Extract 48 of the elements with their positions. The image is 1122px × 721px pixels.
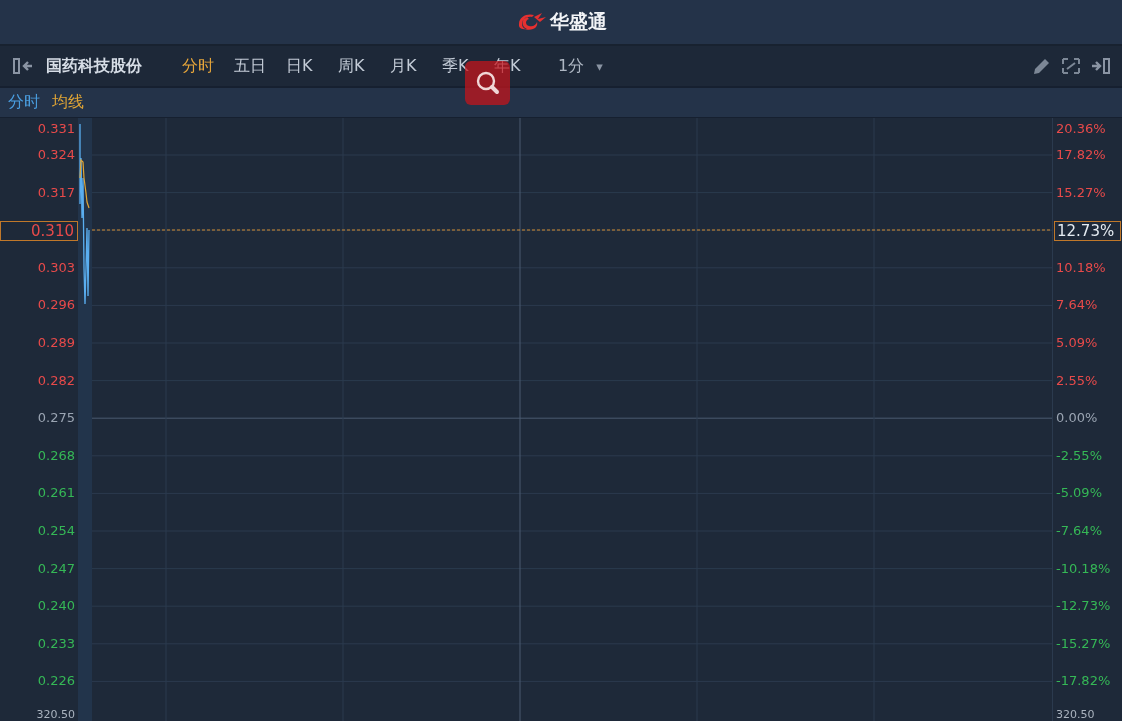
price-tick-label: 0.310 [0, 221, 78, 242]
logo-text: 华盛通 [549, 9, 607, 34]
change-tick-label: 15.27% [1056, 183, 1106, 202]
collapse-right-icon[interactable] [1090, 56, 1112, 76]
change-tick-label: -5.09% [1056, 484, 1102, 503]
price-tick-label: 0.282 [37, 371, 75, 390]
change-tick-label: -10.18% [1056, 559, 1111, 578]
price-tick-label: 0.240 [37, 597, 75, 616]
period-tab[interactable]: 五日 [234, 54, 266, 78]
price-tick-label: 0.324 [37, 146, 75, 164]
price-tick-label: 0.261 [37, 484, 75, 503]
price-tick-label: 0.289 [37, 334, 75, 352]
period-tab[interactable]: 分时 [182, 54, 214, 78]
price-tick-label: 0.317 [37, 183, 75, 202]
period-tab[interactable]: 季K [442, 54, 469, 78]
price-tick-label: 0.247 [37, 559, 75, 578]
volume-tick-label: 320.50 [1056, 709, 1095, 721]
price-tick-label: 0.226 [37, 672, 75, 691]
change-tick-label: 2.55% [1056, 371, 1098, 390]
period-tab[interactable]: 周K [338, 54, 365, 78]
legend-label: 分时 [8, 92, 40, 113]
change-tick-label: 17.82% [1056, 146, 1106, 164]
price-tick-label: 0.331 [37, 120, 75, 138]
change-tick-label: 7.64% [1056, 296, 1098, 315]
price-tick-label: 0.254 [37, 522, 75, 540]
period-tab[interactable]: 日K [286, 54, 313, 78]
price-tick-label: 0.296 [37, 296, 75, 315]
price-tick-label: 0.303 [37, 258, 75, 277]
change-tick-label: -12.73% [1056, 597, 1111, 616]
change-tick-label: -17.82% [1056, 672, 1111, 691]
volume-tick-label: 320.50 [36, 709, 75, 721]
change-tick-label: 20.36% [1056, 120, 1106, 138]
price-tick-label: 0.233 [37, 634, 75, 653]
period-tab[interactable]: 月K [390, 54, 417, 78]
change-tick-label: -2.55% [1056, 446, 1102, 465]
change-tick-label: -7.64% [1056, 522, 1102, 540]
price-tick-label: 0.268 [37, 446, 75, 465]
price-tick-label: 0.275 [37, 409, 75, 428]
change-tick-label: 10.18% [1056, 258, 1106, 277]
change-tick-label: 5.09% [1056, 334, 1098, 352]
change-tick-label: -15.27% [1056, 634, 1111, 653]
change-tick-label: 0.00% [1056, 409, 1098, 428]
interval-dropdown[interactable]: 1分 ▾ [554, 51, 607, 81]
stock-name: 国药科技股份 [46, 55, 142, 77]
fullscreen-icon[interactable] [1060, 56, 1082, 76]
change-tick-label: 12.73% [1054, 221, 1121, 242]
legend-label: 均线 [52, 92, 84, 113]
collapse-left-icon[interactable] [12, 56, 34, 76]
